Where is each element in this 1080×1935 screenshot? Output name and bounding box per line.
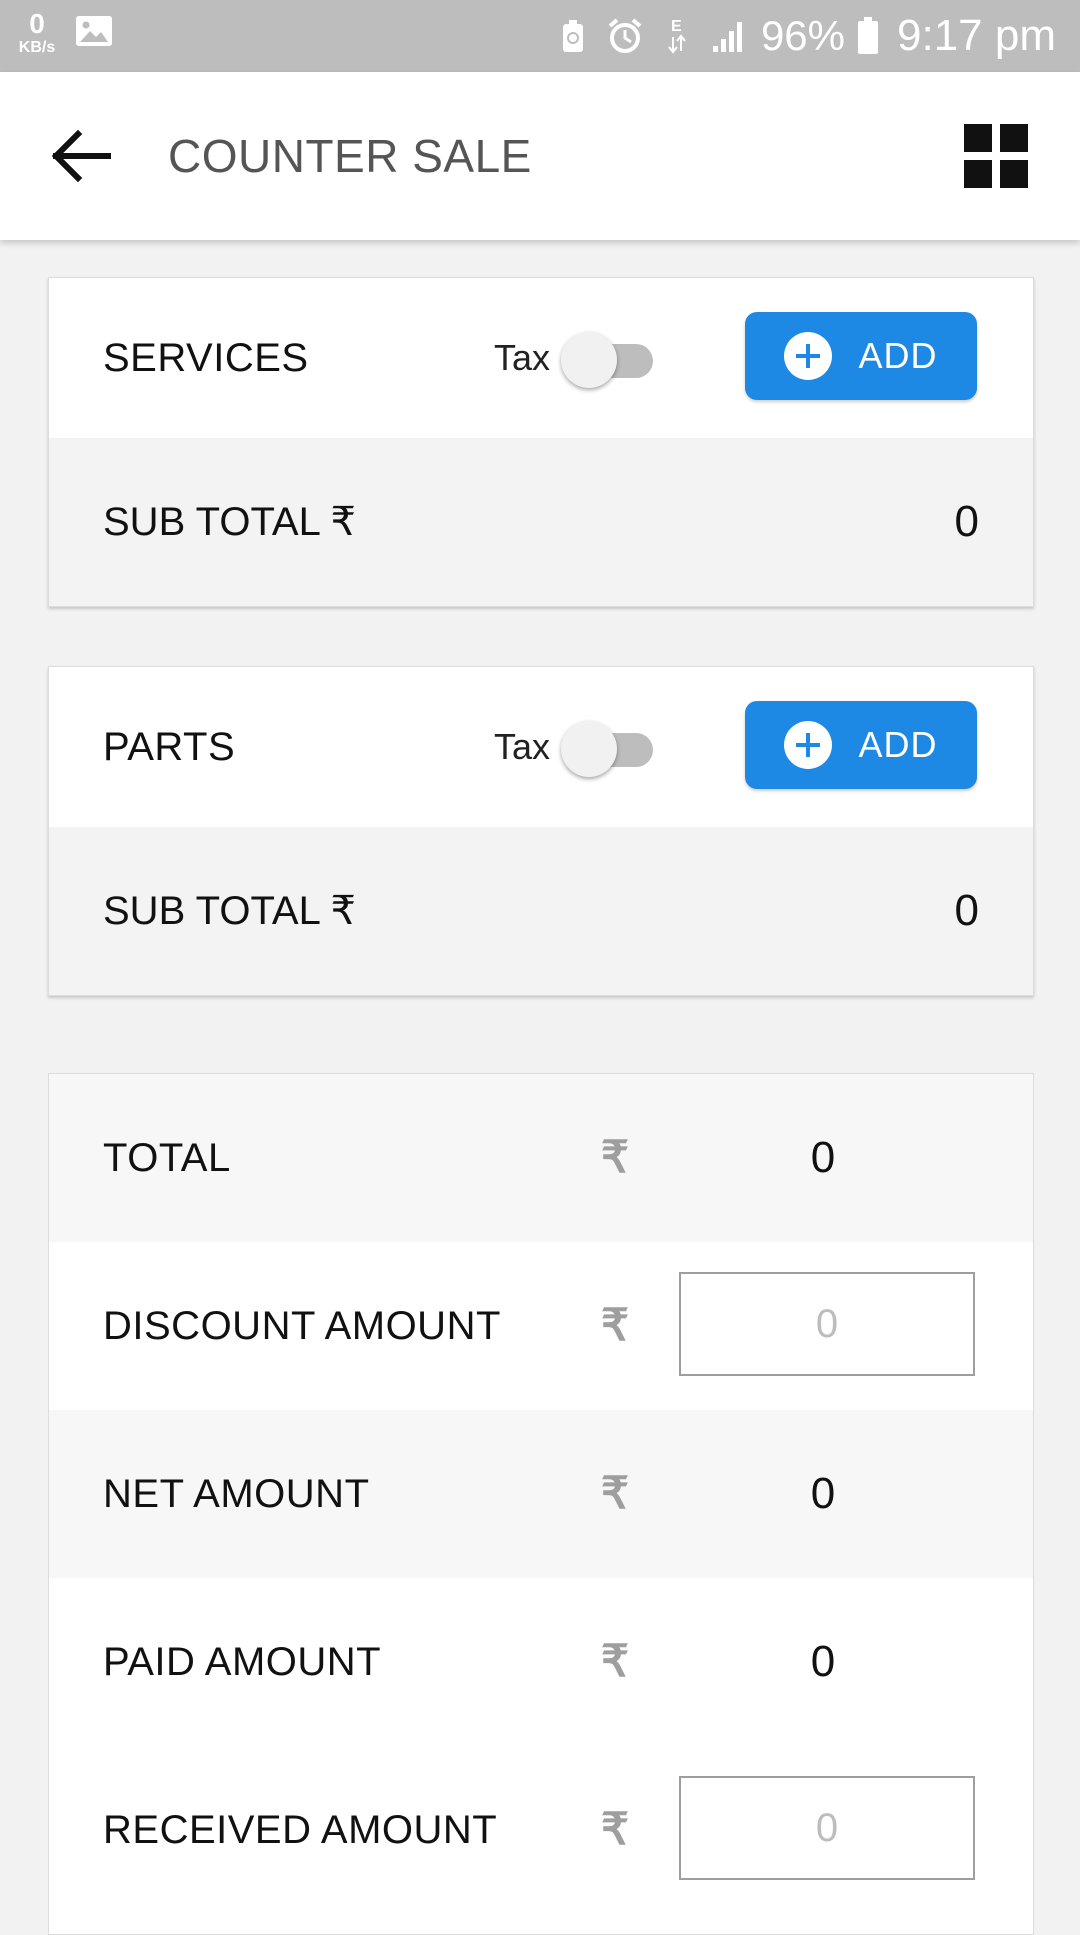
services-subtotal-row: SUB TOTAL ₹ 0 <box>49 438 1033 606</box>
rupee-icon: ₹ <box>601 1301 629 1350</box>
parts-tax-label: Tax <box>494 726 551 767</box>
network-speed: 0 KB/s <box>14 10 60 56</box>
data-edge-icon: E <box>665 17 689 55</box>
arrow-left-icon <box>51 129 111 183</box>
grid-icon-cell <box>964 124 992 152</box>
svg-text:E: E <box>671 18 682 35</box>
parts-header: PARTS Tax ADD <box>49 667 1033 827</box>
gallery-notification-icon <box>76 16 112 46</box>
parts-title: PARTS <box>103 725 236 769</box>
toggle-thumb <box>561 721 617 777</box>
received-label: RECEIVED AMOUNT <box>103 1808 498 1852</box>
services-tax-label: Tax <box>494 337 551 378</box>
received-amount-input[interactable]: 0 <box>679 1776 975 1880</box>
parts-subtotal-label: SUB TOTAL ₹ <box>103 889 356 933</box>
page-title: COUNTER SALE <box>168 130 532 182</box>
battery-icon <box>857 17 879 55</box>
paid-row: PAID AMOUNT ₹ 0 <box>49 1578 1033 1746</box>
signal-icon <box>711 18 747 54</box>
add-part-button[interactable]: ADD <box>745 701 977 789</box>
toggle-thumb <box>561 332 617 388</box>
grid-icon-cell <box>1000 160 1028 188</box>
services-header: SERVICES Tax ADD <box>49 278 1033 438</box>
discount-label: DISCOUNT AMOUNT <box>103 1304 501 1348</box>
discount-row: DISCOUNT AMOUNT ₹ 0 <box>49 1242 1033 1410</box>
services-subtotal-label: SUB TOTAL ₹ <box>103 500 356 544</box>
add-service-button[interactable]: ADD <box>745 312 977 400</box>
parts-tax-toggle[interactable] <box>561 721 657 777</box>
parts-subtotal-row: SUB TOTAL ₹ 0 <box>49 827 1033 995</box>
grid-icon-cell <box>964 160 992 188</box>
rupee-icon: ₹ <box>601 1133 629 1182</box>
total-value: 0 <box>810 1133 836 1182</box>
summary-card: TOTAL ₹ 0 DISCOUNT AMOUNT ₹ 0 NET AMOUNT… <box>48 1073 1034 1935</box>
paid-label: PAID AMOUNT <box>103 1640 382 1684</box>
status-bar: 0 KB/s E 96% 9:17 pm <box>0 0 1080 72</box>
back-button[interactable] <box>44 120 116 192</box>
battery-percent: 96% <box>760 12 846 59</box>
add-service-label: ADD <box>858 335 938 376</box>
plus-circle-icon <box>784 721 833 769</box>
clock: 9:17 pm <box>897 11 1056 60</box>
add-part-label: ADD <box>858 724 938 765</box>
received-row: RECEIVED AMOUNT ₹ 0 <box>49 1746 1033 1914</box>
grid-icon-cell <box>1000 124 1028 152</box>
services-subtotal-value: 0 <box>954 497 979 546</box>
services-title: SERVICES <box>103 336 309 380</box>
plus-circle-icon <box>784 332 833 380</box>
net-label: NET AMOUNT <box>103 1472 370 1516</box>
alarm-icon <box>607 18 643 54</box>
discount-amount-input[interactable]: 0 <box>679 1272 975 1376</box>
rupee-icon: ₹ <box>601 1469 629 1518</box>
total-label: TOTAL <box>103 1136 231 1180</box>
app-bar: COUNTER SALE <box>0 72 1080 240</box>
grid-menu-button[interactable] <box>964 124 1028 188</box>
total-row: TOTAL ₹ 0 <box>49 1074 1033 1242</box>
services-tax-toggle[interactable] <box>561 332 657 388</box>
network-speed-unit: KB/s <box>18 39 56 56</box>
paid-value: 0 <box>810 1637 836 1686</box>
net-value: 0 <box>810 1469 836 1518</box>
parts-card: PARTS Tax ADD SUB TOTAL ₹ 0 <box>48 666 1034 996</box>
rupee-icon: ₹ <box>601 1805 629 1854</box>
net-row: NET AMOUNT ₹ 0 <box>49 1410 1033 1578</box>
network-speed-value: 0 <box>29 8 45 39</box>
parts-subtotal-value: 0 <box>954 886 979 935</box>
recycle-battery-icon <box>561 18 585 54</box>
rupee-icon: ₹ <box>601 1637 629 1686</box>
services-card: SERVICES Tax ADD SUB TOTAL ₹ 0 <box>48 277 1034 607</box>
